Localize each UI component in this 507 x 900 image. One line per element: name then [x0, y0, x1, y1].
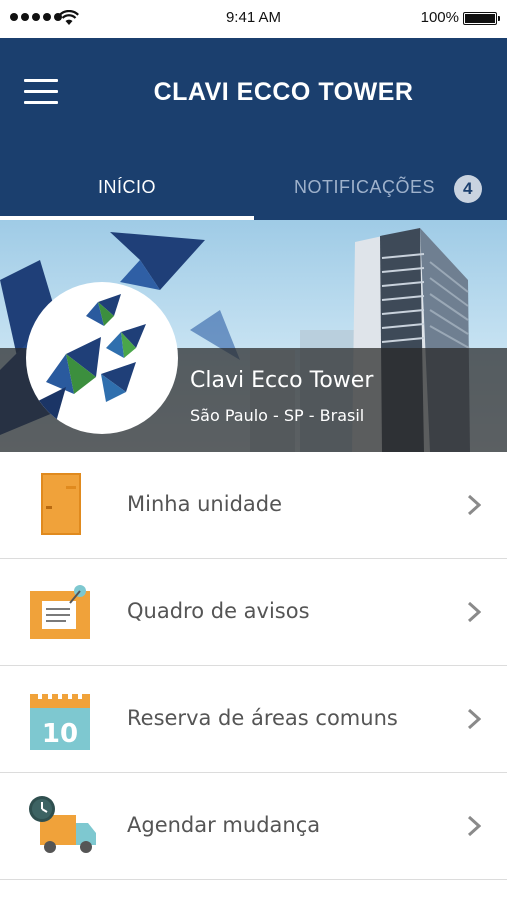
status-bar: 9:41 AM 100% — [0, 0, 507, 38]
main-menu-list: Minha unidade Quadro de avisos 10 Reserv… — [0, 452, 507, 880]
calendar-icon: 10 — [30, 689, 90, 750]
tab-label: INÍCIO — [97, 177, 156, 197]
condominium-banner: Clavi Ecco Tower São Paulo - SP - Brasil — [0, 220, 507, 452]
chevron-right-icon — [467, 494, 481, 516]
menu-item-label: Agendar mudança — [127, 813, 321, 837]
menu-item-reserva-de-areas-comuns[interactable]: 10 Reserva de áreas comuns — [0, 666, 507, 773]
menu-item-minha-unidade[interactable]: Minha unidade — [0, 452, 507, 559]
notice-board-icon — [30, 585, 90, 639]
tab-label: NOTIFICAÇÕES — [294, 177, 436, 197]
chevron-right-icon — [467, 815, 481, 837]
app-header: CLAVI ECCO TOWER INÍCIO NOTIFICAÇÕES 4 — [0, 38, 507, 220]
page-title: CLAVI ECCO TOWER — [153, 78, 414, 106]
battery-icon — [463, 12, 500, 25]
moving-truck-icon — [29, 796, 96, 853]
chevron-right-icon — [467, 601, 481, 623]
menu-item-label: Reserva de áreas comuns — [127, 706, 398, 730]
menu-item-label: Minha unidade — [127, 492, 283, 516]
notification-count-badge: 4 — [454, 175, 482, 203]
menu-item-quadro-de-avisos[interactable]: Quadro de avisos — [0, 559, 507, 666]
menu-item-label: Quadro de avisos — [127, 599, 310, 623]
condominium-name: Clavi Ecco Tower — [190, 368, 374, 393]
battery-percentage: 100% — [420, 9, 459, 26]
calendar-day-number: 10 — [42, 719, 78, 749]
tab-inicio[interactable]: INÍCIO — [0, 173, 254, 220]
condominium-logo — [26, 282, 178, 434]
condominium-location: São Paulo - SP - Brasil — [190, 406, 365, 425]
door-icon — [41, 473, 81, 535]
chevron-right-icon — [467, 708, 481, 730]
tab-notificacoes[interactable]: NOTIFICAÇÕES 4 — [254, 173, 507, 220]
menu-item-agendar-mudanca[interactable]: Agendar mudança — [0, 773, 507, 880]
